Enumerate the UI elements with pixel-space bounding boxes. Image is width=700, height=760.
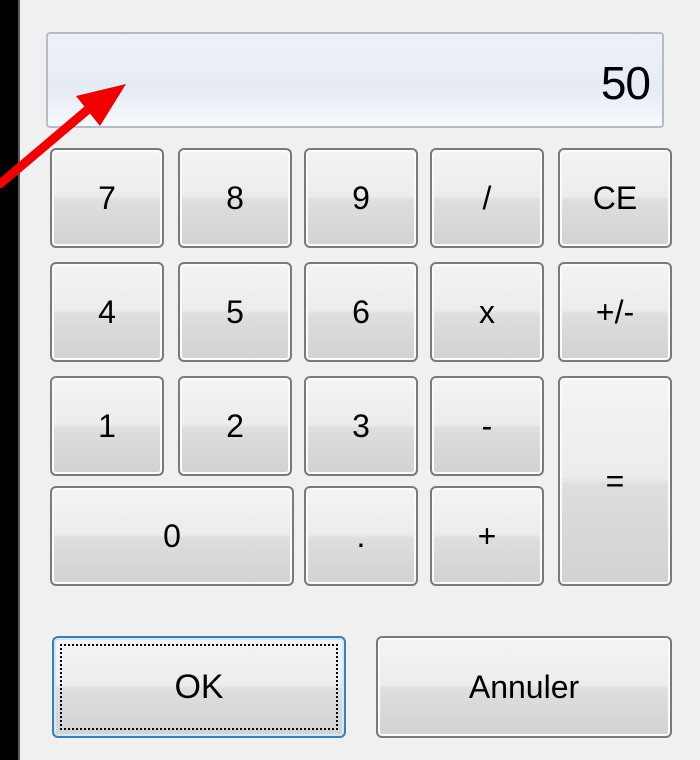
annotation-arrow-icon — [0, 84, 126, 189]
